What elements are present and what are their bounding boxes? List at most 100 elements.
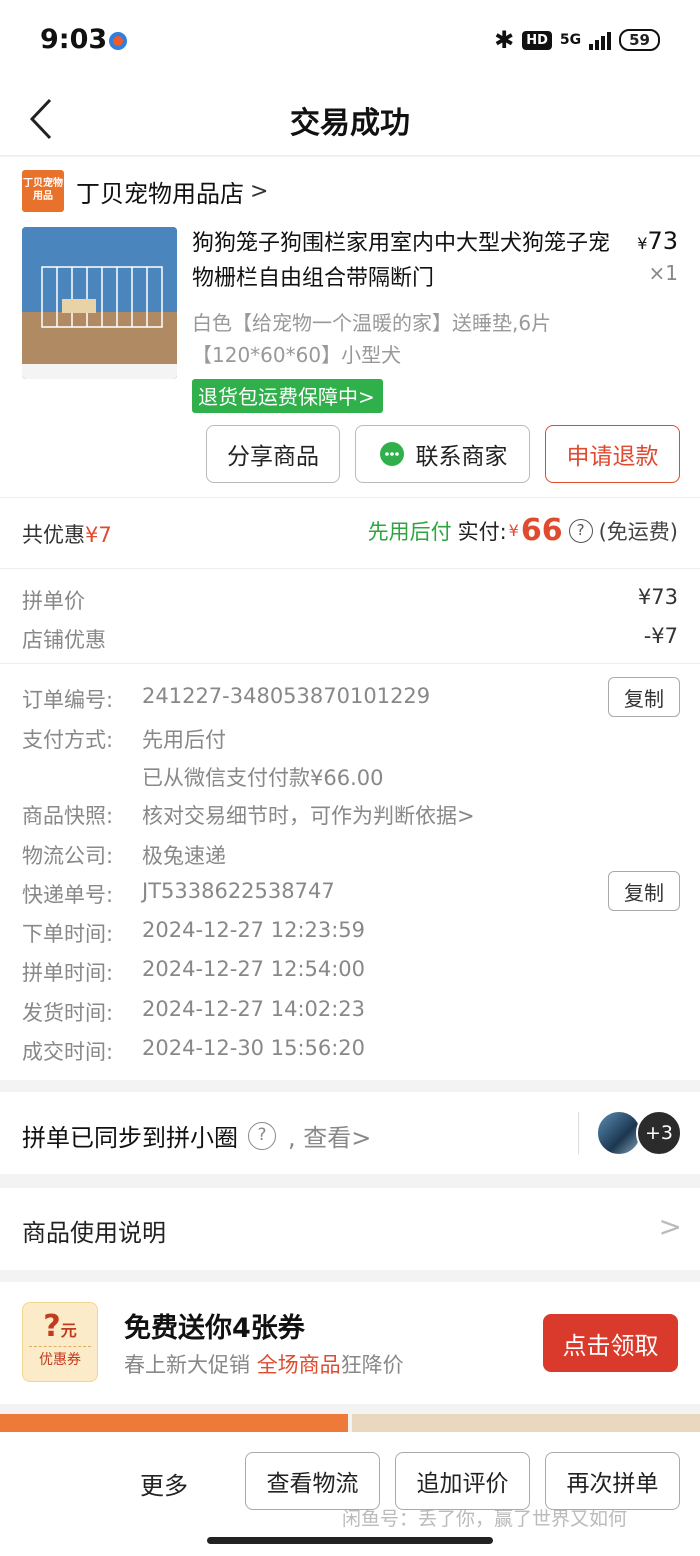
group-sync-text: 拼单已同步到拼小圈 ? , 查看> — [22, 1118, 371, 1153]
price-row-value: ¥73 — [637, 585, 678, 609]
coupon-subtitle-prefix: 春上新大促销 — [124, 1353, 257, 1377]
coupon-title: 免费送你4张券 — [124, 1313, 305, 1344]
divider — [578, 1112, 579, 1154]
promo-banner[interactable] — [352, 1414, 700, 1434]
contact-seller-button[interactable]: 联系商家 — [355, 425, 530, 483]
price-row-label: 拼单价 — [22, 589, 85, 613]
order-number-label: 订单编号: — [22, 688, 114, 712]
payment-method-row: 支付方式: 先用后付 — [22, 724, 542, 754]
snapshot-row[interactable]: 商品快照: 核对交易细节时，可作为判断依据> — [22, 800, 542, 830]
add-review-button[interactable]: 追加评价 — [395, 1452, 530, 1510]
divider — [0, 497, 700, 498]
price-row-value: -¥7 — [643, 624, 678, 648]
coupon-subtitle: 春上新大促销 全场商品狂降价 — [124, 1349, 404, 1379]
time-row: 成交时间: 2024-12-30 15:56:20 — [22, 1036, 542, 1066]
snapshot-link: 核对交易细节时，可作为判断依据> — [142, 804, 475, 828]
group-sync-label: 拼单已同步到拼小圈 — [22, 1124, 238, 1152]
chevron-right-icon: > — [658, 1210, 682, 1243]
order-number-row: 订单编号: 241227-348053870101229 — [22, 684, 542, 714]
product-title[interactable]: 狗狗笼子狗围栏家用室内中大型犬狗笼子宠物栅栏自由组合带隔断门 — [192, 226, 612, 296]
time-label: 成交时间: — [22, 1040, 114, 1064]
instructions-label: 商品使用说明 — [22, 1219, 166, 1247]
time-row: 发货时间: 2024-12-27 14:02:23 — [22, 997, 542, 1027]
currency-symbol: ¥ — [637, 234, 648, 253]
bottom-action-bar: 更多 查看物流 追加评价 再次拼单 闲鱼号：丢了你，赢了世界又如何 — [0, 1432, 700, 1556]
paid-currency: ¥ — [508, 521, 519, 540]
tracking-number: JT5338622538747 — [142, 879, 335, 903]
time-row: 下单时间: 2024-12-27 12:23:59 — [22, 918, 542, 948]
battery-icon: 59 — [619, 29, 660, 51]
price-row: 拼单价 ¥73 — [22, 585, 678, 615]
chevron-right-icon: > — [250, 178, 269, 204]
hd-icon: HD — [522, 30, 552, 50]
time-row: 拼单时间: 2024-12-27 12:54:00 — [22, 957, 542, 987]
request-refund-button[interactable]: 申请退款 — [545, 425, 680, 483]
status-icons: ✱ HD 5G 59 — [494, 26, 660, 54]
shop-link[interactable]: 丁贝宠物用品 丁贝宠物用品店 > — [22, 170, 268, 212]
divider — [0, 663, 700, 664]
coupon-icon: ?元 优惠券 — [22, 1302, 98, 1382]
status-bar: 9:03 ✱ HD 5G 59 — [0, 0, 700, 84]
watermark: 闲鱼号：丢了你，赢了世界又如何 — [342, 1508, 628, 1530]
claim-coupon-button[interactable]: 点击领取 — [543, 1314, 678, 1372]
discount-value: ¥7 — [85, 523, 112, 547]
tracking-label: 快递单号: — [22, 883, 114, 907]
payment-method-label: 支付方式: — [22, 728, 114, 752]
discount-total: 共优惠¥7 — [22, 519, 112, 549]
signal-icon — [589, 30, 612, 50]
order-number: 241227-348053870101229 — [142, 684, 431, 708]
coupon-icon-unit: 元 — [60, 1321, 77, 1340]
coupon-subtitle-suffix: 狂降价 — [340, 1353, 404, 1377]
paid-amount: 66 — [520, 513, 563, 548]
product-quantity: ×1 — [648, 261, 678, 285]
payment-summary: 共优惠¥7 先用后付 实付: ¥ 66 ? (免运费) — [22, 513, 678, 549]
courier-row: 物流公司: 极兔速递 — [22, 840, 542, 870]
product-image[interactable] — [22, 227, 177, 379]
pay-later-label: 先用后付 — [367, 519, 452, 544]
free-shipping-label: (免运费) — [598, 519, 678, 544]
time-label: 拼单时间: — [22, 961, 114, 985]
chat-icon — [379, 442, 404, 466]
app-notification-icon — [109, 32, 127, 50]
return-shipping-badge[interactable]: 退货包运费保障中> — [192, 379, 383, 413]
paid-label: 实付: — [457, 519, 507, 544]
time-label: 发货时间: — [22, 1001, 114, 1025]
nav-bar: 交易成功 — [0, 84, 700, 156]
divider — [0, 568, 700, 569]
time-value: 2024-12-27 12:23:59 — [142, 918, 366, 942]
tracking-row: 快递单号: JT5338622538747 — [22, 879, 542, 909]
help-icon[interactable]: ? — [568, 518, 593, 543]
time-value: 2024-12-27 14:02:23 — [142, 997, 366, 1021]
price-value: 73 — [647, 227, 678, 255]
avatar-count: +3 — [636, 1110, 682, 1156]
coupon-icon-label: 优惠券 — [29, 1346, 91, 1369]
view-link[interactable]: , 查看> — [288, 1118, 371, 1153]
product-instructions-row[interactable]: 商品使用说明 > — [0, 1188, 700, 1270]
courier-name: 极兔速递 — [142, 844, 226, 868]
status-time: 9:03 — [40, 24, 108, 55]
shop-name: 丁贝宠物用品店 — [76, 179, 244, 208]
snapshot-label: 商品快照: — [22, 804, 114, 828]
product-spec: 白色【给宠物一个温暖的家】送睡垫,6片【120*60*60】小型犬 — [192, 311, 552, 367]
view-logistics-button[interactable]: 查看物流 — [245, 1452, 380, 1510]
bluetooth-icon: ✱ — [494, 26, 515, 54]
more-button[interactable]: 更多 — [140, 1466, 188, 1501]
rebuy-group-button[interactable]: 再次拼单 — [545, 1452, 680, 1510]
help-icon[interactable]: ? — [248, 1121, 276, 1150]
promo-banner[interactable] — [0, 1414, 348, 1434]
copy-order-number-button[interactable]: 复制 — [608, 677, 680, 717]
group-sync-row[interactable]: 拼单已同步到拼小圈 ? , 查看> +3 — [0, 1092, 700, 1174]
price-row-label: 店铺优惠 — [22, 628, 106, 652]
payment-method: 先用后付 — [142, 728, 226, 752]
coupon-icon-amount: ? — [43, 1309, 61, 1344]
time-label: 下单时间: — [22, 922, 114, 946]
courier-label: 物流公司: — [22, 844, 114, 868]
home-indicator[interactable] — [207, 1537, 493, 1544]
time-value: 2024-12-27 12:54:00 — [142, 957, 366, 981]
copy-tracking-number-button[interactable]: 复制 — [608, 871, 680, 911]
time-value: 2024-12-30 15:56:20 — [142, 1036, 366, 1060]
share-product-button[interactable]: 分享商品 — [206, 425, 340, 483]
page-title: 交易成功 — [290, 106, 410, 141]
price-row: 店铺优惠 -¥7 — [22, 624, 678, 654]
paid-amount-group: 先用后付 实付: ¥ 66 ? (免运费) — [368, 513, 678, 548]
